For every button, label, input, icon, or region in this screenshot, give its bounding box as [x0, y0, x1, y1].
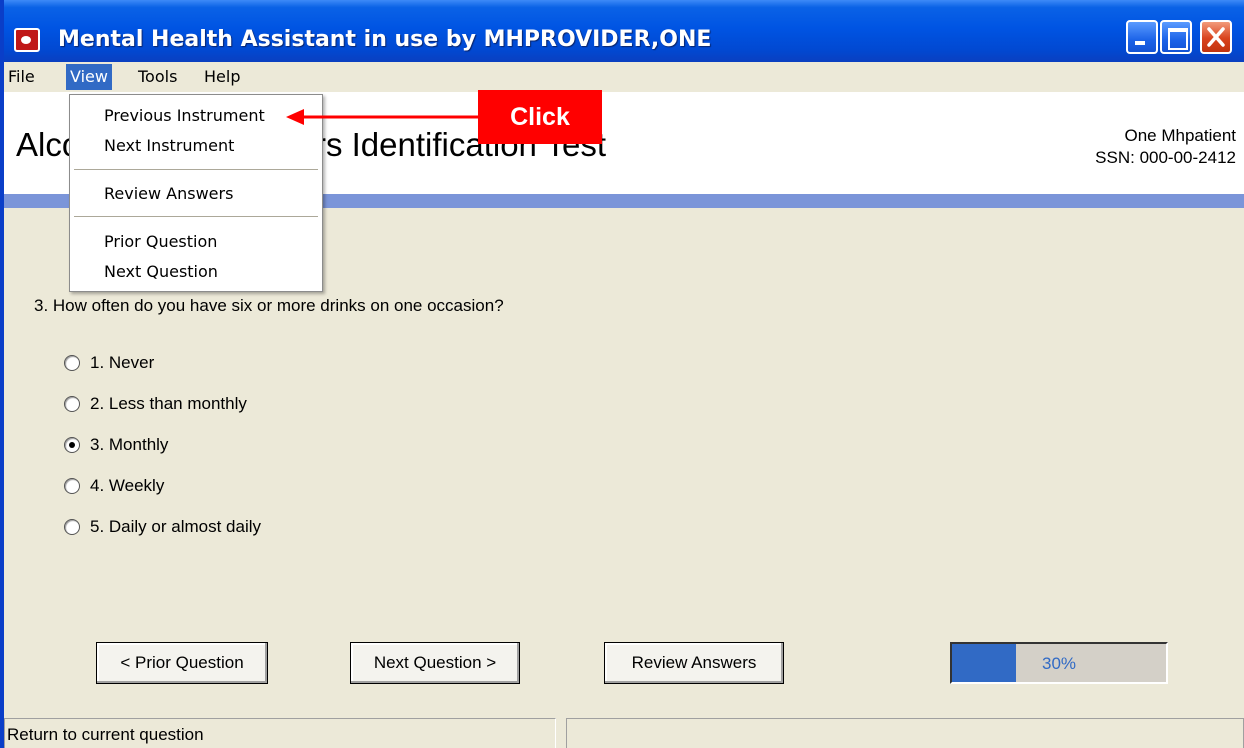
answer-option-1[interactable]: 1. Never: [64, 352, 154, 374]
menu-bar: File View Tools Help: [4, 62, 1244, 92]
menu-separator: [74, 169, 318, 170]
radio-button[interactable]: [64, 396, 80, 412]
window-title: Mental Health Assistant in use by MHPROV…: [58, 27, 712, 52]
app-window: Mental Health Assistant in use by MHPROV…: [0, 0, 1244, 748]
title-bar[interactable]: Mental Health Assistant in use by MHPROV…: [4, 0, 1244, 62]
patient-name: One Mhpatient: [1124, 126, 1236, 145]
menu-item-previous-instrument[interactable]: Previous Instrument: [104, 103, 265, 129]
progress-label: 30%: [1042, 654, 1077, 673]
app-icon: [14, 28, 40, 52]
answer-option-5[interactable]: 5. Daily or almost daily: [64, 516, 261, 538]
click-callout: Click: [478, 90, 602, 144]
radio-button[interactable]: [64, 355, 80, 371]
minimize-button[interactable]: [1126, 20, 1158, 54]
patient-ssn: SSN: 000-00-2412: [1095, 148, 1236, 167]
review-answers-button[interactable]: Review Answers: [604, 642, 784, 684]
menu-separator: [74, 216, 318, 217]
progress-fill: [952, 644, 1017, 682]
callout-arrow-icon: [286, 109, 478, 125]
answer-option-4[interactable]: 4. Weekly: [64, 475, 164, 497]
answer-label: 5. Daily or almost daily: [90, 517, 262, 536]
prior-question-button[interactable]: < Prior Question: [96, 642, 268, 684]
answer-label: 1. Never: [90, 353, 155, 372]
menu-item-prior-question[interactable]: Prior Question: [104, 229, 217, 255]
answer-label: 4. Weekly: [90, 476, 165, 495]
menu-item-next-question[interactable]: Next Question: [104, 259, 218, 285]
next-question-button[interactable]: Next Question >: [350, 642, 520, 684]
status-text: Return to current question: [4, 718, 556, 748]
menu-help[interactable]: Help: [200, 64, 244, 90]
radio-button[interactable]: [64, 519, 80, 535]
progress-bar: 30%: [950, 642, 1168, 684]
answer-option-3[interactable]: 3. Monthly: [64, 434, 168, 456]
answer-option-2[interactable]: 2. Less than monthly: [64, 393, 247, 415]
view-menu-dropdown: Previous Instrument Next Instrument Revi…: [69, 94, 323, 292]
menu-item-next-instrument[interactable]: Next Instrument: [104, 133, 234, 159]
answer-label: 3. Monthly: [90, 435, 169, 454]
menu-item-review-answers[interactable]: Review Answers: [104, 181, 233, 207]
close-button[interactable]: [1200, 20, 1232, 54]
answer-label: 2. Less than monthly: [90, 394, 247, 413]
menu-file[interactable]: File: [4, 64, 39, 90]
radio-button[interactable]: [64, 478, 80, 494]
maximize-button[interactable]: [1160, 20, 1192, 54]
close-icon: [1207, 27, 1225, 47]
status-bar: Return to current question: [4, 716, 1244, 748]
menu-tools[interactable]: Tools: [134, 64, 181, 90]
radio-button-selected[interactable]: [64, 437, 80, 453]
status-panel: [566, 718, 1244, 748]
question-text: 3. How often do you have six or more dri…: [34, 296, 504, 315]
menu-view[interactable]: View: [66, 64, 112, 90]
